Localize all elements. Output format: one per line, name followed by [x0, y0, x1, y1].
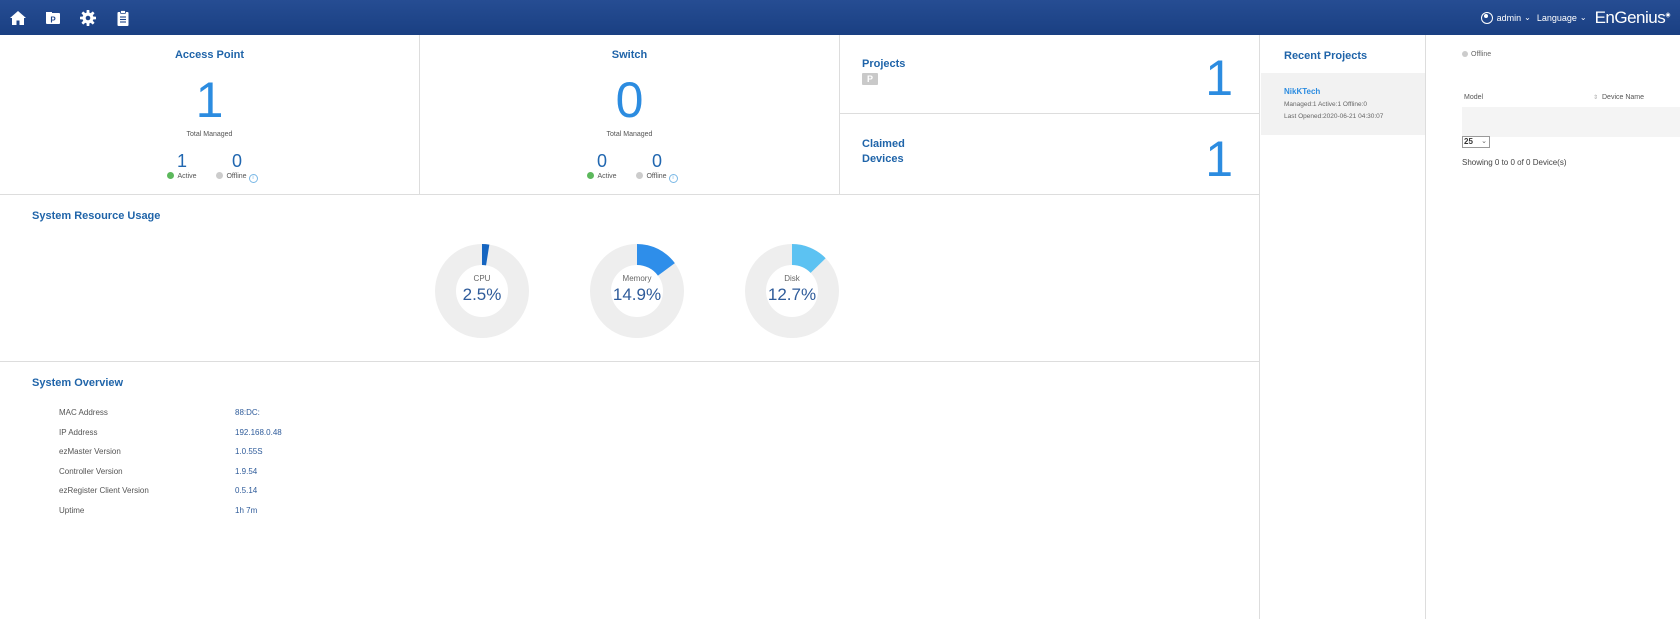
recent-project-item[interactable]: NikKTech Managed:1 Active:1 Offline:0 La… — [1261, 73, 1425, 135]
access-point-offline[interactable]: 0 Offline i — [212, 152, 262, 183]
donut-label: CPU — [473, 274, 491, 283]
offline-legend: Offline — [1462, 51, 1491, 58]
switch-panel: Switch 0 Total Managed 0 Active 0 Offlin… — [420, 35, 840, 195]
info-icon[interactable]: i — [668, 174, 678, 183]
sort-icon[interactable]: ⇕ — [1593, 94, 1598, 101]
projects-panel[interactable]: Projects P 1 — [840, 35, 1260, 114]
overview-value: 1h 7m — [235, 505, 258, 515]
active-label: Active — [597, 173, 617, 180]
offline-status-dot — [216, 172, 224, 179]
system-resource-title: System Resource Usage — [32, 210, 161, 222]
offline-status-dot — [636, 172, 644, 179]
overview-label: MAC Address — [59, 408, 108, 417]
page-size-value: 25 — [1464, 137, 1473, 146]
chevron-down-icon[interactable]: ⌄ — [1524, 13, 1531, 22]
offline-label: Offline — [646, 173, 667, 180]
active-count: 0 — [596, 151, 607, 171]
offline-count: 0 — [651, 151, 662, 171]
project-icon: P — [862, 73, 878, 85]
clipboard-icon[interactable] — [114, 9, 132, 27]
offline-label: Offline — [226, 173, 247, 180]
page-size-select[interactable]: 25 ⌄ — [1462, 136, 1490, 148]
recent-project-stats: Managed:1 Active:1 Offline:0 — [1284, 101, 1367, 108]
memory-usage-arc — [636, 244, 675, 277]
donut-value: 2.5% — [462, 285, 502, 304]
active-label: Active — [177, 173, 197, 180]
cpu-usage-donut: CPU 2.5% — [434, 243, 530, 339]
switch-active[interactable]: 0 Active — [577, 152, 627, 180]
projects-title: Projects — [862, 58, 906, 70]
overview-value: 192.168.0.48 — [235, 427, 282, 437]
top-navigation-bar: P admin ⌄ Language ⌄ EnGenius◉ — [0, 0, 1680, 35]
svg-text:P: P — [50, 16, 56, 25]
donut-label: Disk — [784, 274, 800, 283]
overview-label: ezRegister Client Version — [59, 486, 149, 495]
device-count-summary: Showing 0 to 0 of 0 Device(s) — [1462, 158, 1567, 167]
access-point-active[interactable]: 1 Active — [157, 152, 207, 180]
user-menu-area: admin ⌄ Language ⌄ EnGenius◉ — [1480, 0, 1680, 35]
recent-project-name[interactable]: NikKTech — [1284, 87, 1320, 96]
donut-value: 12.7% — [767, 285, 817, 304]
brand-logo: EnGenius◉ — [1594, 7, 1671, 27]
overview-value: 0.5.14 — [235, 486, 258, 495]
home-icon[interactable] — [9, 9, 27, 27]
offline-count: 0 — [231, 151, 242, 171]
active-count: 1 — [176, 151, 187, 171]
donut-label: Memory — [622, 274, 652, 283]
overview-label: IP Address — [59, 427, 98, 437]
total-managed-label: Total Managed — [186, 131, 233, 138]
projects-count: 1 — [1205, 50, 1233, 106]
user-menu[interactable]: admin — [1497, 13, 1522, 23]
system-overview-title: System Overview — [32, 377, 124, 389]
overview-label: ezMaster Version — [59, 447, 121, 456]
switch-offline[interactable]: 0 Offline i — [632, 152, 682, 183]
disk-usage-arc — [791, 244, 826, 274]
chevron-down-icon: ⌄ — [1481, 138, 1487, 145]
info-icon[interactable]: i — [248, 174, 258, 183]
overview-label: Uptime — [59, 505, 85, 515]
access-point-panel: Access Point 1 Total Managed 1 Active 0 … — [0, 35, 420, 195]
claimed-devices-title: Claimed Devices — [862, 137, 905, 167]
project-icon[interactable]: P — [44, 9, 62, 27]
claimed-devices-panel[interactable]: Claimed Devices 1 — [840, 114, 1260, 195]
active-status-dot — [587, 172, 595, 179]
access-point-total[interactable]: 1 — [0, 75, 419, 125]
claimed-devices-count: 1 — [1205, 131, 1233, 187]
donut-value: 14.9% — [612, 285, 662, 304]
overview-value: 1.9.54 — [235, 466, 258, 476]
device-table-body — [1462, 107, 1680, 137]
offline-legend-label: Offline — [1471, 51, 1492, 58]
recent-project-last-opened: Last Opened:2020-06-21 04:30:07 — [1284, 113, 1384, 120]
switch-total[interactable]: 0 — [420, 75, 839, 125]
overview-value: 1.0.55S — [235, 447, 263, 456]
language-menu[interactable]: Language — [1537, 13, 1577, 23]
chevron-down-icon[interactable]: ⌄ — [1580, 13, 1587, 22]
overview-value: 88:DC: — [235, 408, 260, 417]
total-managed-label: Total Managed — [606, 131, 653, 138]
offline-status-dot — [1462, 51, 1468, 57]
overview-label: Controller Version — [59, 466, 123, 476]
active-status-dot — [167, 172, 175, 179]
memory-usage-donut: Memory 14.9% — [589, 243, 685, 339]
system-overview-panel: System Overview — [0, 362, 1260, 619]
claimed-title-line1: Claimed — [862, 138, 905, 150]
claimed-title-line2: Devices — [862, 153, 904, 165]
recent-projects-title: Recent Projects — [1284, 50, 1368, 62]
column-model[interactable]: Model — [1464, 94, 1483, 101]
user-icon[interactable] — [1480, 11, 1493, 24]
gear-icon[interactable] — [79, 9, 97, 27]
switch-title: Switch — [611, 49, 648, 61]
access-point-title: Access Point — [174, 49, 245, 61]
wifi-signal-icon: ◉ — [1665, 11, 1670, 18]
disk-usage-donut: Disk 12.7% — [744, 243, 840, 339]
column-device-name[interactable]: Device Name — [1602, 94, 1644, 101]
